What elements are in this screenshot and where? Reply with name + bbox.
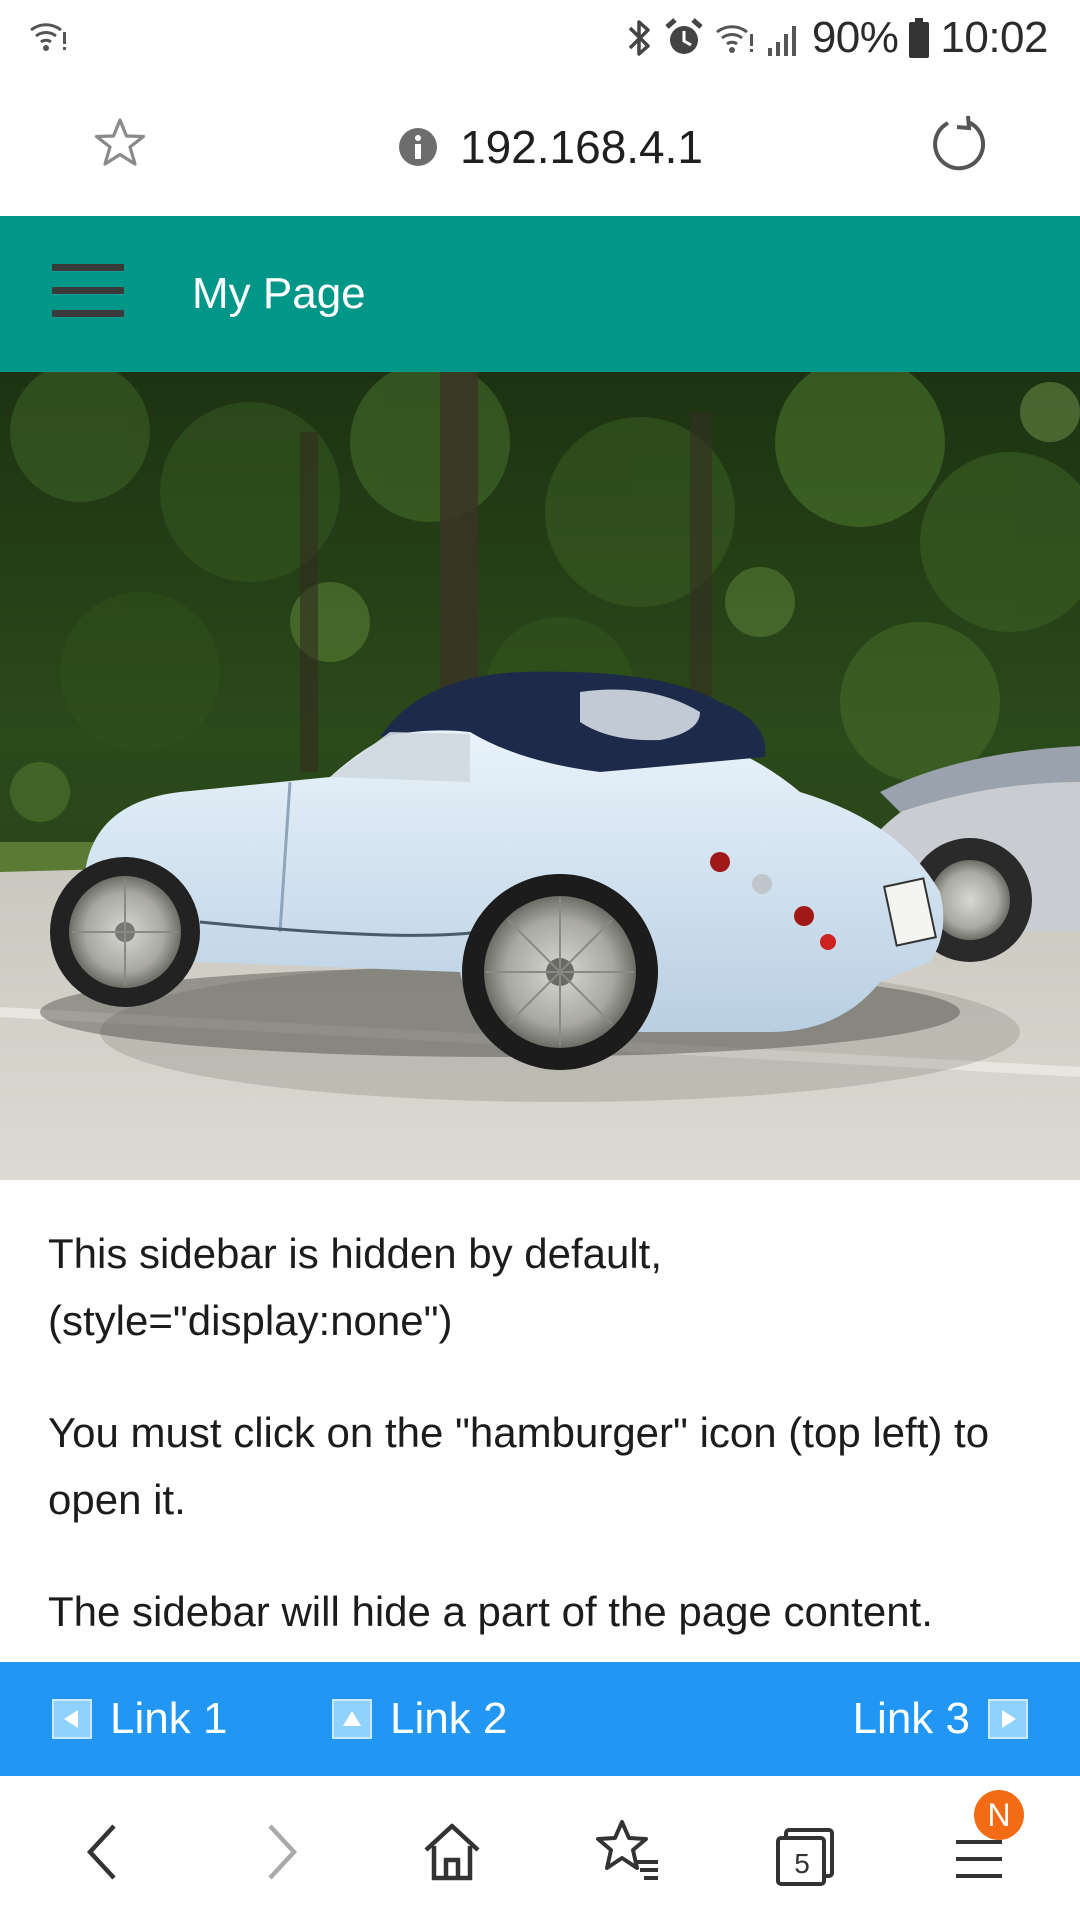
chevron-right-icon	[244, 1816, 316, 1888]
info-icon[interactable]	[398, 127, 438, 167]
bottom-link-bar: Link 1 Link 2 Link 3	[0, 1662, 1080, 1776]
wifi-warning-icon	[714, 18, 756, 58]
home-icon	[416, 1816, 488, 1888]
reload-icon[interactable]	[928, 114, 990, 176]
new-badge: N	[974, 1790, 1024, 1840]
bookmarks-button[interactable]	[592, 1816, 664, 1888]
wifi-warning-icon	[28, 16, 68, 56]
tabs-icon: 5	[774, 1826, 836, 1888]
browser-nav-bar: 5 N	[0, 1776, 1080, 1920]
link-3[interactable]: Link 3	[853, 1662, 1028, 1776]
forward-button[interactable]	[244, 1816, 316, 1888]
link-2[interactable]: Link 2	[332, 1662, 507, 1776]
link-2-label[interactable]: Link 2	[390, 1694, 507, 1744]
content-paragraph: The sidebar will hide a part of the page…	[48, 1588, 933, 1635]
battery-icon	[908, 17, 930, 59]
home-button[interactable]	[416, 1816, 488, 1888]
app-bar: My Page	[0, 216, 1080, 372]
hero-image-car	[0, 372, 1080, 1180]
tabs-button[interactable]: 5	[766, 1816, 838, 1888]
clock-time: 10:02	[940, 13, 1048, 62]
page-title: My Page	[192, 269, 366, 318]
tabs-count: 5	[794, 1848, 810, 1879]
status-bar: 90% 10:02	[0, 0, 1080, 76]
url-text[interactable]: 192.168.4.1	[460, 120, 703, 174]
right-arrow-icon	[988, 1699, 1028, 1739]
sidebar-info-content: This sidebar is hidden by default, (styl…	[48, 1220, 1038, 1690]
link-3-label[interactable]: Link 3	[853, 1694, 970, 1744]
bookmark-star-icon[interactable]	[92, 116, 148, 172]
browser-url-bar: 192.168.4.1	[0, 76, 1080, 216]
up-arrow-icon	[332, 1699, 372, 1739]
status-icons: 90% 10:02	[626, 10, 1048, 66]
battery-percent: 90%	[811, 13, 899, 62]
address-field[interactable]: 192.168.4.1	[398, 112, 703, 182]
signal-strength-icon	[766, 18, 802, 58]
menu-button[interactable]: N	[940, 1790, 1024, 1888]
link-1-label[interactable]: Link 1	[110, 1694, 227, 1744]
hamburger-menu-icon[interactable]	[52, 264, 124, 326]
left-arrow-icon	[52, 1699, 92, 1739]
alarm-clock-icon	[664, 16, 704, 60]
link-1[interactable]: Link 1	[52, 1662, 227, 1776]
bluetooth-icon	[626, 16, 654, 60]
menu-lines-icon	[954, 1834, 1004, 1884]
bookmarks-star-list-icon	[592, 1816, 664, 1888]
content-paragraph: You must click on the "hamburger" icon (…	[48, 1409, 990, 1523]
chevron-left-icon	[68, 1816, 140, 1888]
back-button[interactable]	[68, 1816, 140, 1888]
content-paragraph: This sidebar is hidden by default, (styl…	[48, 1230, 663, 1344]
